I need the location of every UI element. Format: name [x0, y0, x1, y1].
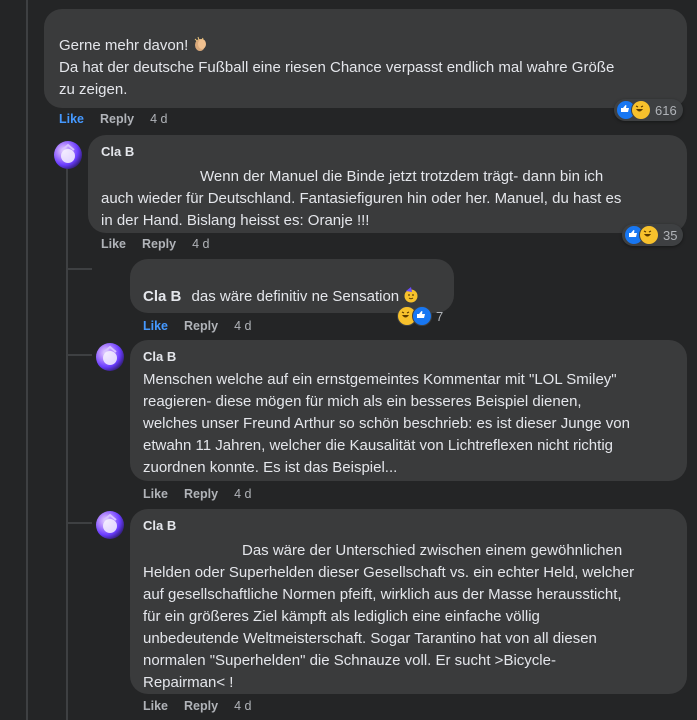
- comment-text-line: Helden oder Superhelden dieser Gesellsch…: [143, 564, 635, 581]
- reaction-count: 616: [655, 102, 677, 118]
- avatar[interactable]: [54, 141, 82, 169]
- comment-actions: Like Reply 4 d: [143, 319, 251, 333]
- comment-text-line: zuordnen konnte. Es ist das Beispiel...: [143, 459, 398, 476]
- comment-actions: Like Reply 4 d: [101, 237, 209, 251]
- haha-reaction-icon: [639, 225, 659, 245]
- like-button[interactable]: Like: [59, 112, 84, 126]
- like-button[interactable]: Like: [101, 237, 126, 251]
- comment-text-line: Menschen welche auf ein ernstgemeintes K…: [143, 371, 617, 388]
- comment-text: Cla B das wäre definitiv ne Sensation: [143, 286, 442, 308]
- partying-face-emoji-icon: [403, 287, 419, 303]
- comment-author[interactable]: Cla B: [143, 348, 675, 366]
- comment-actions: Like Reply 4 d: [59, 112, 167, 126]
- haha-reaction-icon: [631, 100, 651, 120]
- thread-connector: [66, 268, 92, 270]
- clapping-hands-emoji-icon: [192, 36, 208, 52]
- avatar[interactable]: [96, 343, 124, 371]
- reaction-summary[interactable]: 7: [395, 305, 449, 327]
- timestamp[interactable]: 4 d: [192, 237, 209, 251]
- timestamp[interactable]: 4 d: [234, 487, 251, 501]
- thread-line: [66, 168, 68, 720]
- thread-line: [26, 139, 28, 155]
- comment-text-line: in der Hand. Bislang heisst es: Oranje !…: [101, 212, 370, 229]
- timestamp[interactable]: 4 d: [234, 699, 251, 713]
- comment-text-line: unbedeutende Weltmeisterschaft. Sogar Ta…: [143, 630, 597, 647]
- comment-text-line: Wenn der Manuel die Binde jetzt trotzdem…: [200, 168, 604, 185]
- reply-button[interactable]: Reply: [142, 237, 176, 251]
- comment-text-line: welches unser Freund Arthur so schön bes…: [143, 415, 630, 432]
- comment-text: Das wäre der Unterschied zwischen einem …: [143, 540, 675, 694]
- comment-text-line: auch wieder für Deutschland. Fantasiefig…: [101, 190, 622, 207]
- reply-button[interactable]: Reply: [100, 112, 134, 126]
- comment-text-line: Das wäre der Unterschied zwischen einem …: [242, 542, 623, 559]
- comment-bubble: Gerne mehr davon! Da hat der deutsche Fu…: [44, 9, 687, 108]
- comment-text-line: etwahn 11 Jahren, welcher die Kausalität…: [143, 437, 613, 454]
- comment-author[interactable]: Cla B: [143, 288, 181, 305]
- timestamp[interactable]: 4 d: [234, 319, 251, 333]
- timestamp[interactable]: 4 d: [150, 112, 167, 126]
- comment-text-line: Gerne mehr davon!: [59, 37, 189, 54]
- reply-button[interactable]: Reply: [184, 699, 218, 713]
- thread-line: [26, 0, 28, 720]
- comment-author[interactable]: Cla B: [143, 517, 675, 535]
- comment-author[interactable]: Cla B: [101, 143, 675, 161]
- reaction-summary[interactable]: 35: [622, 224, 684, 246]
- comment-bubble: Cla B Menschen welche auf ein ernstgemei…: [130, 340, 687, 481]
- comment-text-line: Da hat der deutsche Fußball eine riesen …: [59, 59, 615, 76]
- comment-text: Gerne mehr davon! Da hat der deutsche Fu…: [59, 35, 671, 101]
- comment-text-line: für ein größeres Ziel kämpft als ledigli…: [143, 608, 540, 625]
- comment-text-line: reagieren- diese mögen für mich als ein …: [143, 393, 582, 410]
- comment-text: Wenn der Manuel die Binde jetzt trotzdem…: [101, 166, 675, 232]
- like-button[interactable]: Like: [143, 319, 168, 333]
- comment-actions: Like Reply 4 d: [143, 487, 251, 501]
- thread-connector: [66, 354, 92, 356]
- reaction-count: 7: [436, 308, 444, 324]
- like-reaction-icon: [412, 306, 432, 326]
- like-button[interactable]: Like: [143, 487, 168, 501]
- comment-text-line: Repairman< !: [143, 674, 234, 691]
- reaction-summary[interactable]: 616: [614, 99, 683, 121]
- comment-text-line: auf gesellschaftliche Normen pfeift, wir…: [143, 586, 622, 603]
- reaction-count: 35: [663, 227, 678, 243]
- comment-actions: Like Reply 4 d: [143, 699, 251, 713]
- avatar[interactable]: [96, 511, 124, 539]
- reply-button[interactable]: Reply: [184, 487, 218, 501]
- comment-text: Menschen welche auf ein ernstgemeintes K…: [143, 369, 675, 479]
- comment-bubble: Cla B Wenn der Manuel die Binde jetzt tr…: [88, 135, 687, 233]
- comment-bubble: Cla B Das wäre der Unterschied zwischen …: [130, 509, 687, 694]
- thread-connector: [66, 522, 92, 524]
- reply-button[interactable]: Reply: [184, 319, 218, 333]
- comment-text-line: zu zeigen.: [59, 81, 128, 98]
- like-button[interactable]: Like: [143, 699, 168, 713]
- comment-text-line: das wäre definitiv ne Sensation: [191, 288, 400, 305]
- comment-text-line: normalen "Superhelden" die Schnauze voll…: [143, 652, 556, 669]
